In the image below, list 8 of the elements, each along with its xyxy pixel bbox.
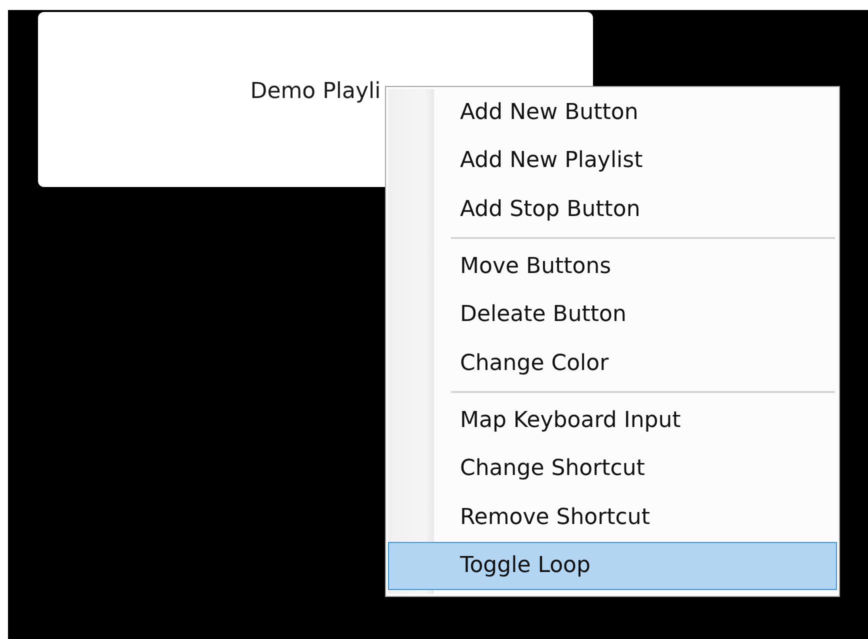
menu-item[interactable]: Toggle Loop bbox=[388, 542, 837, 590]
menu-item[interactable]: Add Stop Button bbox=[388, 186, 837, 234]
menu-item[interactable]: Change Color bbox=[388, 339, 837, 388]
menu-item[interactable]: Change Shortcut bbox=[388, 445, 837, 494]
menu-item[interactable]: Deleate Button bbox=[388, 291, 837, 340]
menu-item[interactable]: Map Keyboard Input bbox=[388, 396, 837, 446]
menu-item[interactable]: Remove Shortcut bbox=[388, 493, 837, 542]
menu-item[interactable]: Move Buttons bbox=[388, 242, 837, 292]
